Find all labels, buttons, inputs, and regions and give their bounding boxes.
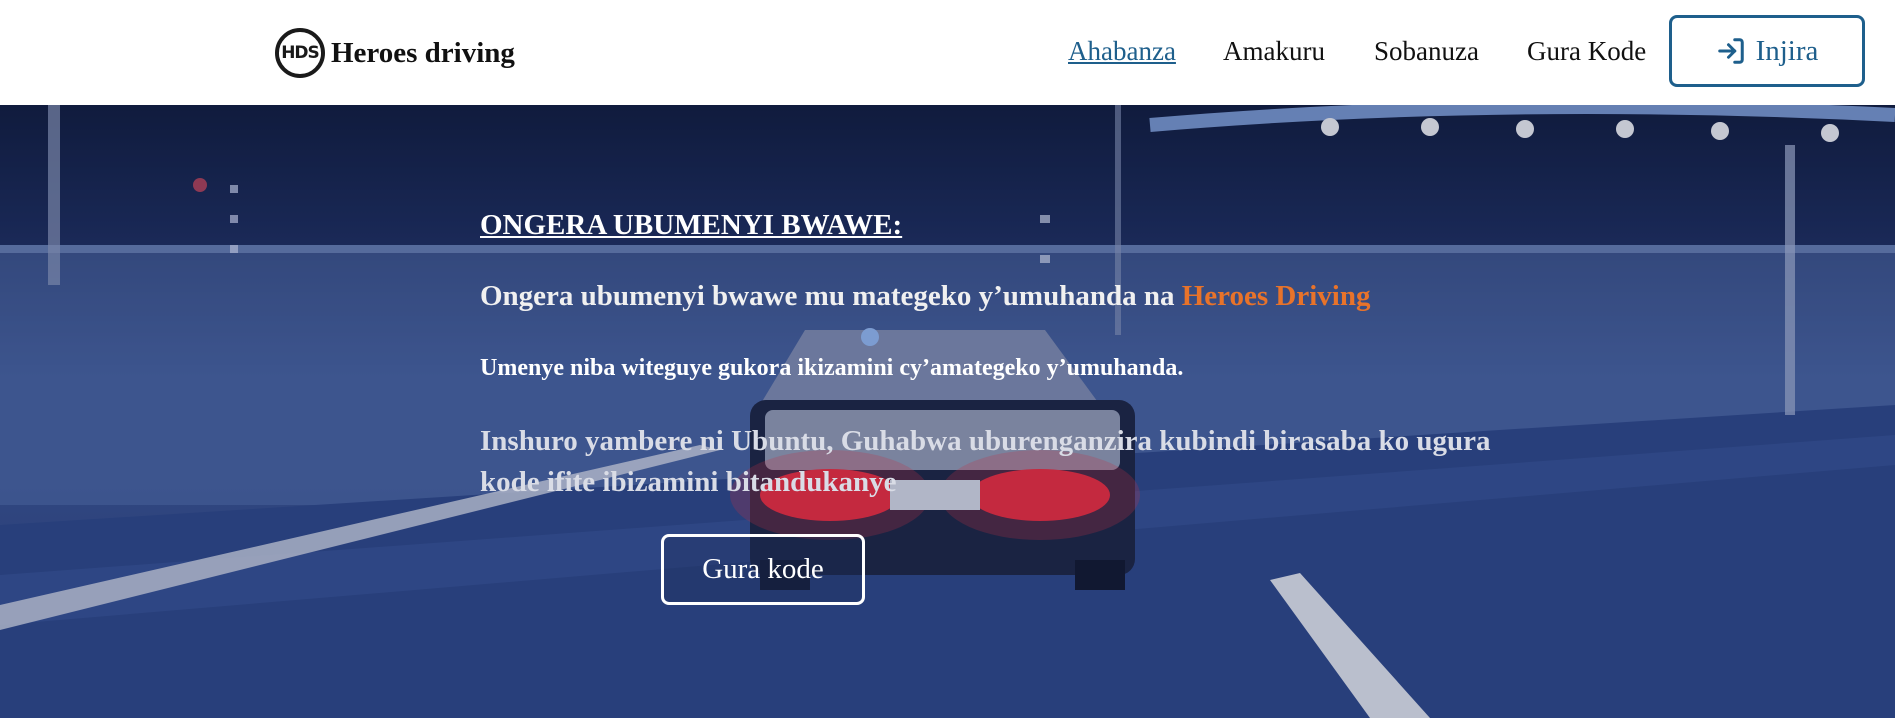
top-navbar: HDS Heroes driving Ahabanza Amakuru Soba… bbox=[0, 0, 1895, 105]
buy-code-button[interactable]: Gura kode bbox=[661, 534, 865, 605]
hero-heading: ONGERA UBUMENYI BWAWE: bbox=[480, 209, 903, 241]
hero-brand-highlight: Heroes Driving bbox=[1181, 280, 1371, 312]
brand-name: Heroes driving bbox=[331, 36, 515, 69]
login-button[interactable]: Injira bbox=[1669, 15, 1865, 87]
hero-note: Umenye niba witeguye gukora ikizamini cy… bbox=[480, 355, 1184, 381]
hero-overlay bbox=[0, 105, 1895, 718]
nav-link-amakuru[interactable]: Amakuru bbox=[1223, 36, 1325, 67]
brand-logo-link[interactable]: HDS Heroes driving bbox=[275, 26, 515, 80]
hero-description: Inshuro yambere ni Ubuntu, Guhabwa ubure… bbox=[480, 425, 1491, 498]
hero-subtitle: Ongera ubumenyi bwawe mu mategeko y’umuh… bbox=[480, 280, 1370, 313]
hero-subtitle-text: Ongera ubumenyi bwawe mu mategeko y’umuh… bbox=[480, 280, 1182, 312]
nav-link-ahabanza[interactable]: Ahabanza bbox=[1068, 36, 1176, 67]
hds-logo-icon: HDS bbox=[275, 28, 325, 78]
hero-section: ONGERA UBUMENYI BWAWE: Ongera ubumenyi b… bbox=[0, 105, 1895, 718]
sign-in-icon bbox=[1717, 38, 1744, 64]
nav-link-gura-kode[interactable]: Gura Kode bbox=[1527, 36, 1646, 67]
login-label: Injira bbox=[1755, 34, 1819, 67]
logo-text: HDS bbox=[280, 43, 320, 63]
nav-link-sobanuza[interactable]: Sobanuza bbox=[1374, 36, 1479, 67]
